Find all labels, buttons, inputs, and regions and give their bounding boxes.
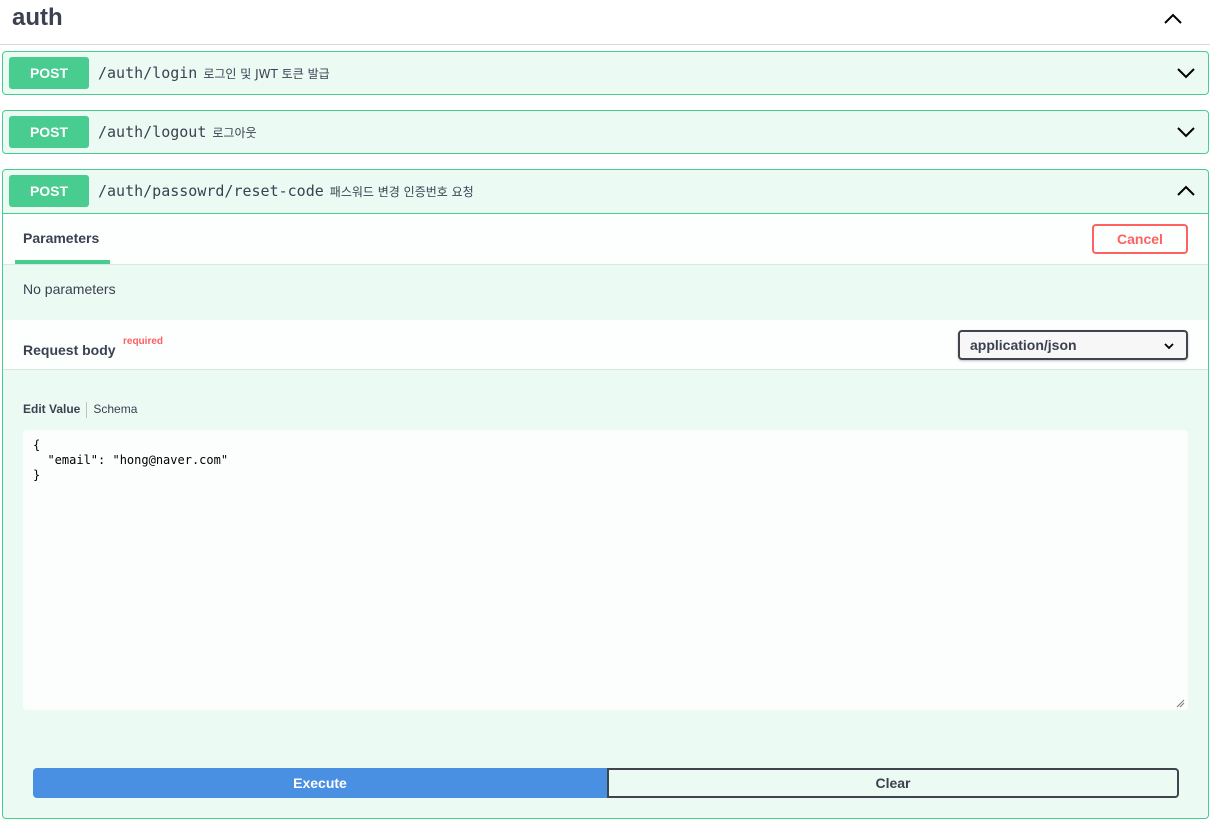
method-badge: POST (9, 175, 89, 207)
execute-button[interactable]: Execute (33, 768, 607, 798)
method-badge: POST (9, 57, 89, 89)
parameters-header: Parameters Cancel (3, 214, 1208, 265)
tag-header[interactable]: auth (0, 0, 1210, 45)
execute-button-group: Execute Clear (33, 768, 1179, 798)
opblock-summary-reset-code[interactable]: POST /auth/passowrd/reset-code 패스워드 변경 인증… (3, 170, 1208, 213)
body-tabs: Edit Value Schema (23, 402, 137, 418)
opblock-auth-logout: POST /auth/logout 로그아웃 (2, 110, 1209, 154)
content-type-value: application/json (970, 337, 1077, 353)
opblock-summary-login[interactable]: POST /auth/login 로그인 및 JWT 토큰 발급 (3, 52, 1208, 95)
endpoint-path: /auth/passowrd/reset-code 패스워드 변경 인증번호 요청 (98, 182, 474, 200)
cancel-button[interactable]: Cancel (1092, 224, 1188, 254)
opblock-auth-login: POST /auth/login 로그인 및 JWT 토큰 발급 (2, 51, 1209, 95)
clear-button[interactable]: Clear (607, 768, 1179, 798)
chevron-up-icon[interactable] (1162, 9, 1184, 29)
tab-schema[interactable]: Schema (93, 402, 137, 416)
method-badge: POST (9, 116, 89, 148)
tab-edit-value[interactable]: Edit Value (23, 402, 80, 416)
opblock-auth-reset-code: POST /auth/passowrd/reset-code 패스워드 변경 인증… (2, 169, 1209, 819)
endpoint-path: /auth/login 로그인 및 JWT 토큰 발급 (98, 64, 330, 82)
chevron-down-icon (1164, 343, 1174, 350)
endpoint-description: 패스워드 변경 인증번호 요청 (329, 185, 474, 199)
path-text: /auth/passowrd/reset-code (98, 182, 324, 200)
path-text: /auth/login (98, 64, 198, 82)
opblock-summary-logout[interactable]: POST /auth/logout 로그아웃 (3, 111, 1208, 154)
endpoint-description: 로그아웃 (212, 126, 257, 140)
request-body-title: Request body (23, 342, 116, 358)
opblock-body: Parameters Cancel No parameters Request … (3, 213, 1208, 818)
tag-title: auth (12, 4, 63, 31)
path-text: /auth/logout (98, 123, 207, 141)
endpoint-path: /auth/logout 로그아웃 (98, 123, 257, 141)
request-body-header: Request body required application/json (3, 320, 1208, 370)
chevron-down-icon[interactable] (1176, 63, 1196, 83)
resize-handle-icon[interactable] (1175, 698, 1185, 708)
endpoint-description: 로그인 및 JWT 토큰 발급 (203, 67, 330, 81)
chevron-down-icon[interactable] (1176, 122, 1196, 142)
tab-divider (86, 402, 88, 418)
chevron-up-icon[interactable] (1176, 181, 1196, 201)
content-type-select[interactable]: application/json (958, 330, 1188, 360)
no-parameters-text: No parameters (23, 281, 116, 297)
tab-parameters[interactable]: Parameters (15, 214, 110, 264)
request-body-editor[interactable]: { "email": "hong@naver.com" } (23, 430, 1188, 710)
tab-parameters-label: Parameters (23, 230, 100, 246)
required-badge: required (123, 336, 164, 347)
